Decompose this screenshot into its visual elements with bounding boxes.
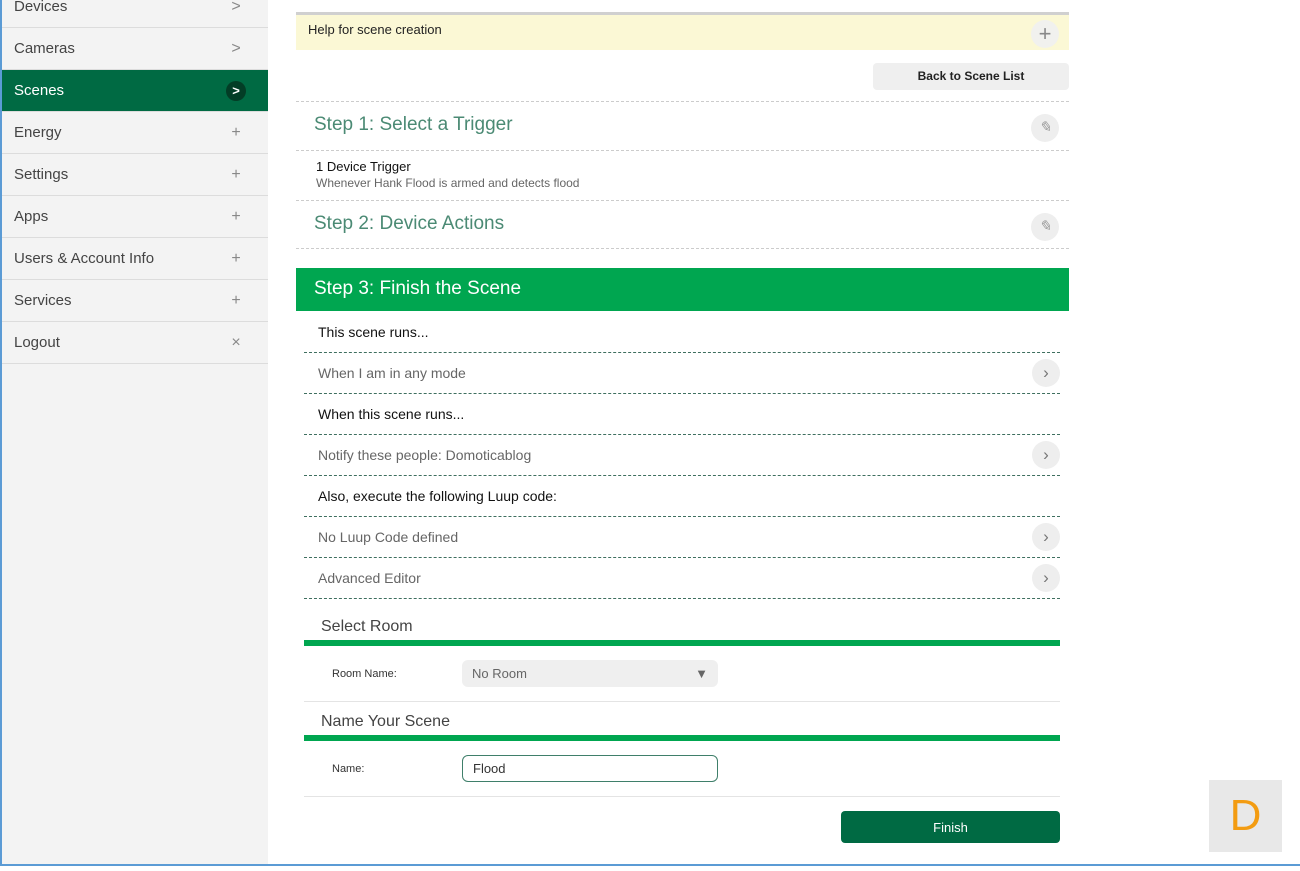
sidebar-item-label: Energy: [14, 124, 62, 141]
select-room-title: Select Room: [321, 618, 413, 635]
step2-title: Step 2: Device Actions: [314, 213, 505, 234]
edit-pencil-icon[interactable]: ✎: [1031, 213, 1059, 241]
edit-pencil-icon[interactable]: ✎: [1031, 114, 1059, 142]
room-name-label: Room Name:: [332, 667, 397, 680]
row-text: This scene runs...: [318, 324, 429, 340]
name-scene-section: Name Your Scene Name:: [304, 713, 1060, 797]
option-row[interactable]: Notify these people: Domoticablog ›: [304, 435, 1060, 476]
name-label: Name:: [332, 762, 365, 775]
scene-options-list: This scene runs... When I am in any mode ›…: [304, 312, 1060, 599]
help-panel[interactable]: Help for scene creation +: [296, 12, 1069, 50]
sidebar-item-label: Logout: [14, 334, 60, 351]
chevron-right-icon[interactable]: ›: [1032, 523, 1060, 551]
finish-button[interactable]: Finish: [841, 811, 1060, 843]
plus-icon: +: [231, 291, 241, 309]
chevron-right-icon[interactable]: ›: [1032, 359, 1060, 387]
sidebar-item-cameras[interactable]: Cameras >: [2, 28, 268, 70]
chevron-right-icon: >: [231, 0, 241, 15]
plus-icon: +: [231, 207, 241, 225]
section-label: When this scene runs...: [304, 394, 1060, 435]
room-select[interactable]: No Room ▼: [462, 660, 718, 687]
row-text: Also, execute the following Luup code:: [318, 488, 557, 504]
row-text: Advanced Editor: [318, 570, 421, 586]
chevron-right-icon: >: [231, 39, 241, 57]
plus-icon: +: [231, 165, 241, 183]
sidebar-item-label: Scenes: [14, 82, 65, 99]
sidebar-item-label: Settings: [14, 166, 69, 183]
help-label: Help for scene creation: [308, 22, 442, 37]
select-room-section: Select Room Room Name: No Room ▼: [304, 618, 1060, 702]
step3-header: Step 3: Finish the Scene: [296, 268, 1069, 311]
option-row[interactable]: When I am in any mode ›: [304, 353, 1060, 394]
step1-title: Step 1: Select a Trigger: [314, 114, 513, 135]
name-scene-title: Name Your Scene: [321, 713, 450, 730]
plus-icon: +: [231, 123, 241, 141]
trigger-description: Whenever Hank Flood is armed and detects…: [316, 176, 580, 190]
row-text: No Luup Code defined: [318, 529, 459, 545]
back-to-scene-list-button[interactable]: Back to Scene List: [873, 63, 1069, 90]
sidebar-item-settings[interactable]: Settings +: [2, 154, 268, 196]
floating-badge[interactable]: D: [1209, 780, 1282, 852]
step1-header: Step 1: Select a Trigger ✎: [296, 101, 1069, 150]
step2-header: Step 2: Device Actions ✎: [296, 200, 1069, 249]
sidebar-item-label: Devices: [14, 0, 68, 15]
option-row[interactable]: Advanced Editor ›: [304, 558, 1060, 599]
row-text: When this scene runs...: [318, 406, 465, 422]
sidebar-item-users-account-info[interactable]: Users & Account Info +: [2, 238, 268, 280]
sidebar-item-label: Users & Account Info: [14, 250, 155, 267]
section-label: Also, execute the following Luup code:: [304, 476, 1060, 517]
room-select-value: No Room: [472, 666, 527, 681]
sidebar-item-label: Cameras: [14, 40, 75, 57]
row-text: When I am in any mode: [318, 365, 466, 381]
chevron-right-icon[interactable]: ›: [1032, 441, 1060, 469]
chevron-right-icon[interactable]: ›: [1032, 564, 1060, 592]
close-icon: ×: [231, 333, 241, 351]
trigger-summary: 1 Device Trigger Whenever Hank Flood is …: [296, 150, 1069, 200]
dropdown-arrow-icon: ▼: [695, 666, 708, 681]
sidebar-item-label: Services: [14, 292, 72, 309]
sidebar: Devices > Cameras > Scenes > Energy + Settings + A…: [0, 0, 268, 864]
sidebar-item-apps[interactable]: Apps +: [2, 196, 268, 238]
sidebar-item-scenes[interactable]: Scenes >: [2, 70, 268, 112]
expand-plus-icon[interactable]: +: [1031, 20, 1059, 48]
scene-name-input[interactable]: [462, 755, 718, 782]
sidebar-item-services[interactable]: Services +: [2, 280, 268, 322]
plus-icon: +: [231, 249, 241, 267]
trigger-title: 1 Device Trigger: [316, 159, 411, 174]
row-text: Notify these people: Domoticablog: [318, 447, 532, 463]
section-label: This scene runs...: [304, 312, 1060, 353]
option-row[interactable]: No Luup Code defined ›: [304, 517, 1060, 558]
sidebar-item-logout[interactable]: Logout ×: [2, 322, 268, 364]
sidebar-item-label: Apps: [14, 208, 49, 225]
chevron-right-icon: >: [226, 80, 246, 101]
sidebar-item-energy[interactable]: Energy +: [2, 112, 268, 154]
sidebar-item-devices[interactable]: Devices >: [2, 0, 268, 28]
